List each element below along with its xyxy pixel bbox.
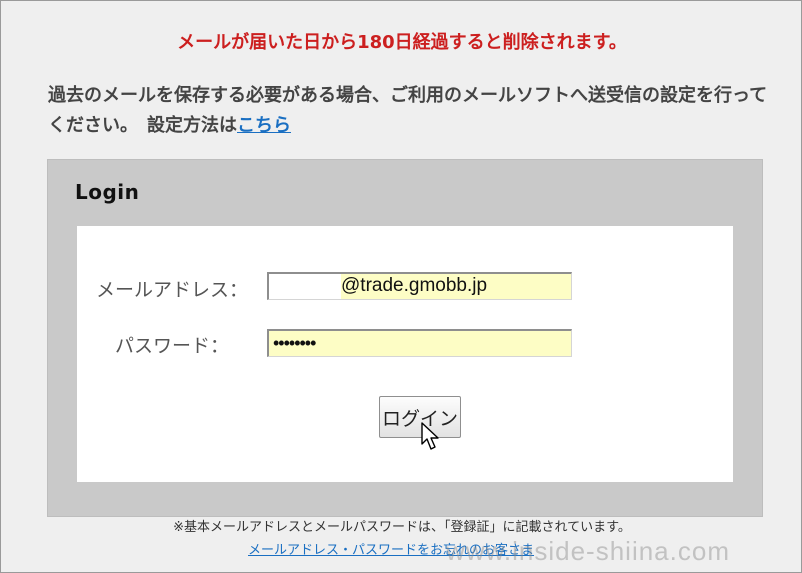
- mouse-pointer-icon: [421, 422, 439, 450]
- email-input[interactable]: @trade.gmobb.jp: [267, 272, 572, 300]
- login-panel: Login メールアドレス： @trade.gmobb.jp パスワード： ••…: [47, 159, 763, 517]
- settings-method-link[interactable]: こちら: [237, 115, 291, 136]
- site-watermark: www.inside-shiina.com: [446, 536, 730, 566]
- login-form: メールアドレス： @trade.gmobb.jp パスワード： ••••••••…: [77, 226, 733, 482]
- instructions-text: 過去のメールを保存する必要がある場合、ご利用のメールソフトへ送受信の設定を行って…: [48, 85, 768, 136]
- login-title: Login: [75, 180, 140, 204]
- password-input[interactable]: ••••••••: [267, 329, 572, 357]
- password-label: パスワード：: [115, 335, 230, 357]
- email-label: メールアドレス：: [96, 279, 249, 301]
- settings-instructions: 過去のメールを保存する必要がある場合、ご利用のメールソフトへ送受信の設定を行って…: [48, 81, 768, 141]
- login-button[interactable]: ログイン: [379, 396, 461, 438]
- page-frame: メールが届いた日から180日経過すると削除されます。 過去のメールを保存する必要…: [0, 0, 802, 573]
- retention-notice: メールが届いた日から180日経過すると削除されます。: [177, 32, 627, 53]
